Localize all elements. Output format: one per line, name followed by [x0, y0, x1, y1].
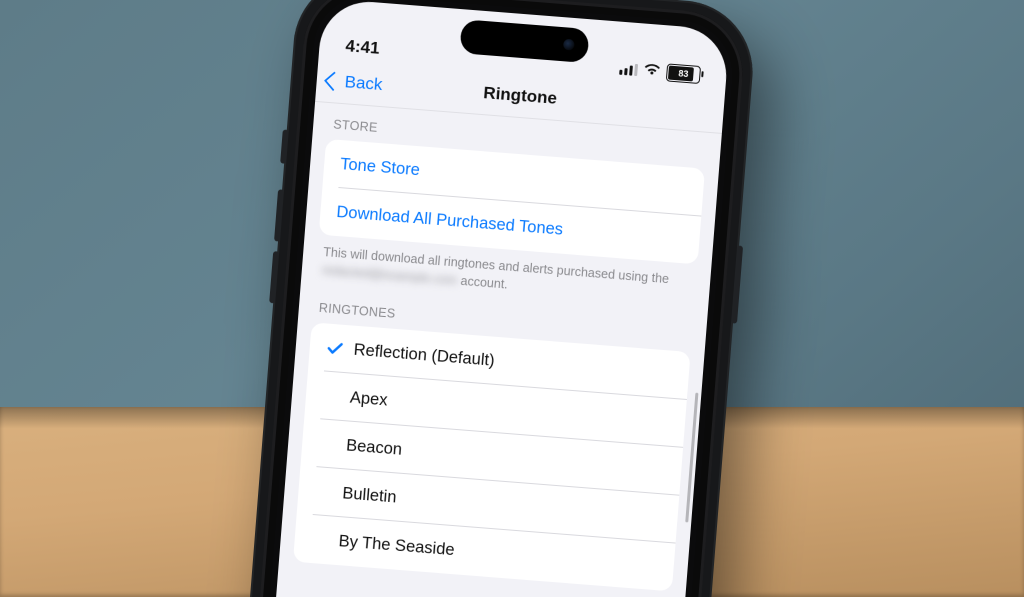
back-label: Back	[344, 72, 383, 95]
phone: 4:41 83 Back	[238, 0, 747, 597]
store-footer-suffix: account.	[457, 274, 509, 292]
settings-content[interactable]: STORE Tone Store Download All Purchased …	[255, 98, 722, 597]
tone-store-label: Tone Store	[340, 155, 421, 180]
ringtones-group: Reflection (Default) Apex Beacon Bulleti…	[293, 323, 691, 592]
download-all-label: Download All Purchased Tones	[336, 202, 564, 239]
cellular-signal-icon	[619, 63, 638, 76]
ringtone-label: Apex	[349, 388, 388, 410]
status-right: 83	[619, 60, 701, 84]
battery-icon: 83	[666, 63, 701, 84]
status-time: 4:41	[345, 36, 380, 59]
ringtone-label: Bulletin	[342, 484, 397, 507]
wifi-icon	[643, 63, 661, 80]
phone-body: 4:41 83 Back	[238, 0, 747, 597]
ringtone-label: By The Seaside	[338, 532, 455, 560]
chevron-left-icon	[324, 71, 344, 91]
scene-photo: 4:41 83 Back	[0, 0, 1024, 597]
scroll-indicator[interactable]	[685, 393, 698, 523]
battery-percent: 83	[667, 64, 700, 82]
screen: 4:41 83 Back	[255, 0, 730, 597]
page-title: Ringtone	[483, 83, 558, 109]
ringtone-label: Reflection (Default)	[353, 340, 495, 370]
ringtone-label: Beacon	[345, 436, 402, 459]
checkmark-icon	[325, 339, 344, 358]
